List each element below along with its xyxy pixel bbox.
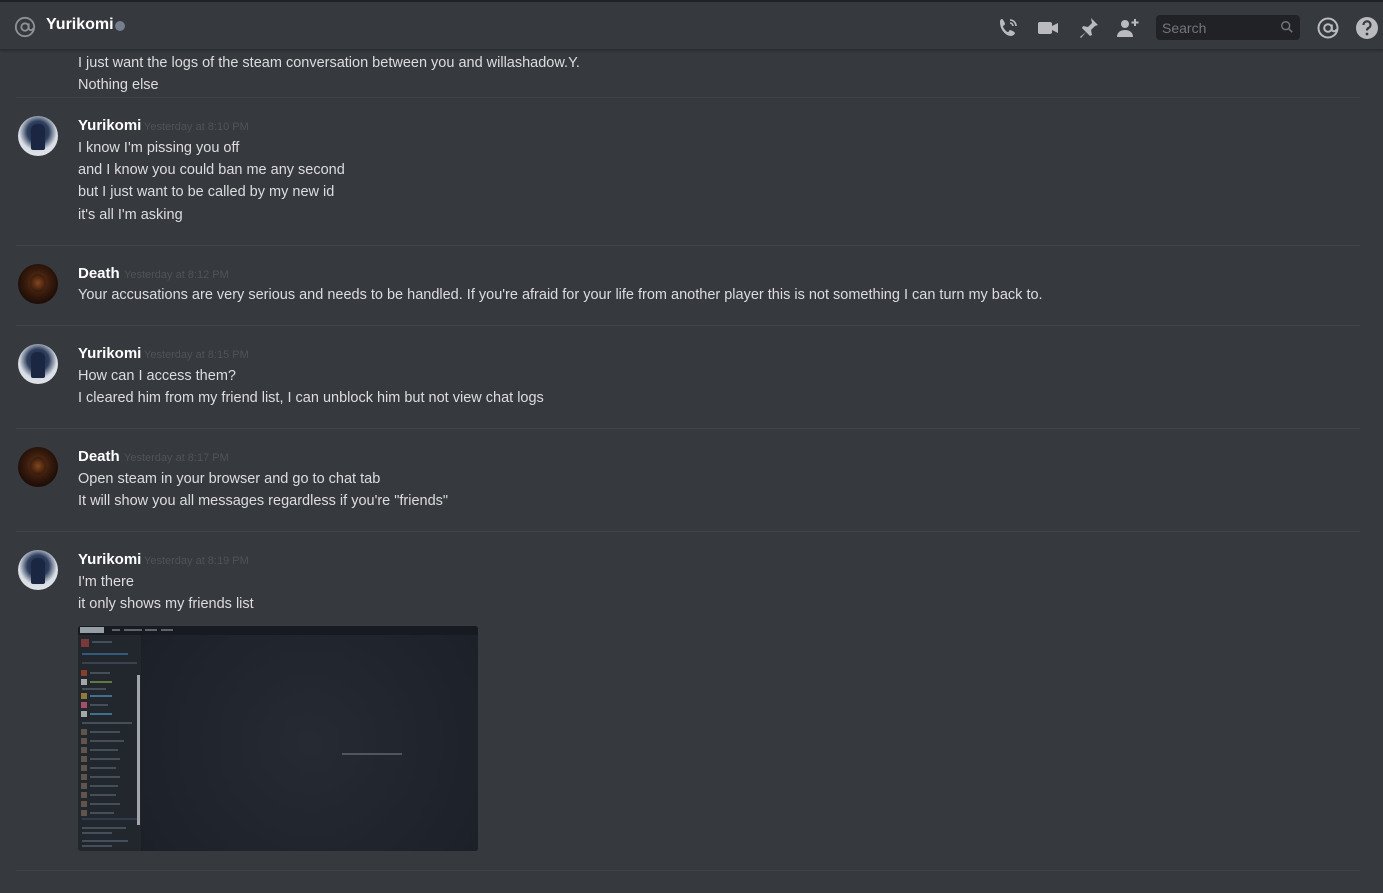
image-attachment[interactable] <box>78 626 478 851</box>
timestamp: Yesterday at 8:15 PM <box>144 349 249 361</box>
message-group: Yurikomi Yesterday at 8:10 PM I know I'm… <box>16 98 1360 246</box>
channel-title: Yurikomi <box>46 16 114 33</box>
message-text: it only shows my friends list <box>78 596 254 612</box>
channel-header: Yurikomi <box>0 0 1383 50</box>
search-icon <box>1281 21 1293 33</box>
avatar[interactable] <box>18 344 58 384</box>
username[interactable]: Death <box>78 448 120 465</box>
message-text: I cleared him from my friend list, I can… <box>78 390 544 406</box>
call-icon[interactable] <box>996 16 1020 40</box>
message-text: but I just want to be called by my new i… <box>78 184 335 200</box>
add-friend-icon[interactable] <box>1116 16 1140 40</box>
status-indicator <box>115 21 125 31</box>
video-icon[interactable] <box>1036 16 1060 40</box>
help-icon[interactable] <box>1355 16 1379 40</box>
message-text: I just want the logs of the steam conver… <box>78 55 580 71</box>
timestamp: Yesterday at 8:19 PM <box>144 555 249 567</box>
message-list[interactable]: I just want the logs of the steam conver… <box>0 50 1383 893</box>
message-group: Death Yesterday at 8:12 PM Your accusati… <box>16 246 1360 326</box>
message-text: I'm there <box>78 574 134 590</box>
timestamp: Yesterday at 8:17 PM <box>124 452 229 464</box>
attachment-steam-topbar <box>78 626 478 635</box>
search-box[interactable] <box>1156 15 1300 40</box>
username[interactable]: Death <box>78 265 120 282</box>
timestamp: Yesterday at 8:12 PM <box>124 269 229 281</box>
avatar[interactable] <box>18 447 58 487</box>
avatar[interactable] <box>18 116 58 156</box>
avatar[interactable] <box>18 264 58 304</box>
username[interactable]: Yurikomi <box>78 117 141 134</box>
mention-icon[interactable] <box>1316 16 1340 40</box>
attachment-chat-area <box>142 635 478 851</box>
message-group: Death Yesterday at 8:17 PM Open steam in… <box>16 429 1360 532</box>
message-text: It will show you all messages regardless… <box>78 493 449 509</box>
message-text: and I know you could ban me any second <box>78 162 345 178</box>
message-text: it's all I'm asking <box>78 207 183 223</box>
username[interactable]: Yurikomi <box>78 345 141 362</box>
message-group: Yurikomi Yesterday at 8:15 PM How can I … <box>16 326 1360 429</box>
message-group: I just want the logs of the steam conver… <box>16 50 1360 98</box>
avatar[interactable] <box>18 550 58 590</box>
message-text: Your accusations are very serious and ne… <box>78 287 1043 303</box>
timestamp: Yesterday at 8:10 PM <box>144 121 249 133</box>
message-text: Open steam in your browser and go to cha… <box>78 471 381 487</box>
username[interactable]: Yurikomi <box>78 551 141 568</box>
pin-icon[interactable] <box>1076 16 1100 40</box>
message-text: I know I'm pissing you off <box>78 140 240 156</box>
message-text: How can I access them? <box>78 368 236 384</box>
message-text: Nothing else <box>78 77 159 93</box>
at-icon <box>14 16 36 38</box>
search-input[interactable] <box>1156 15 1276 40</box>
attachment-friends-list <box>78 635 141 851</box>
